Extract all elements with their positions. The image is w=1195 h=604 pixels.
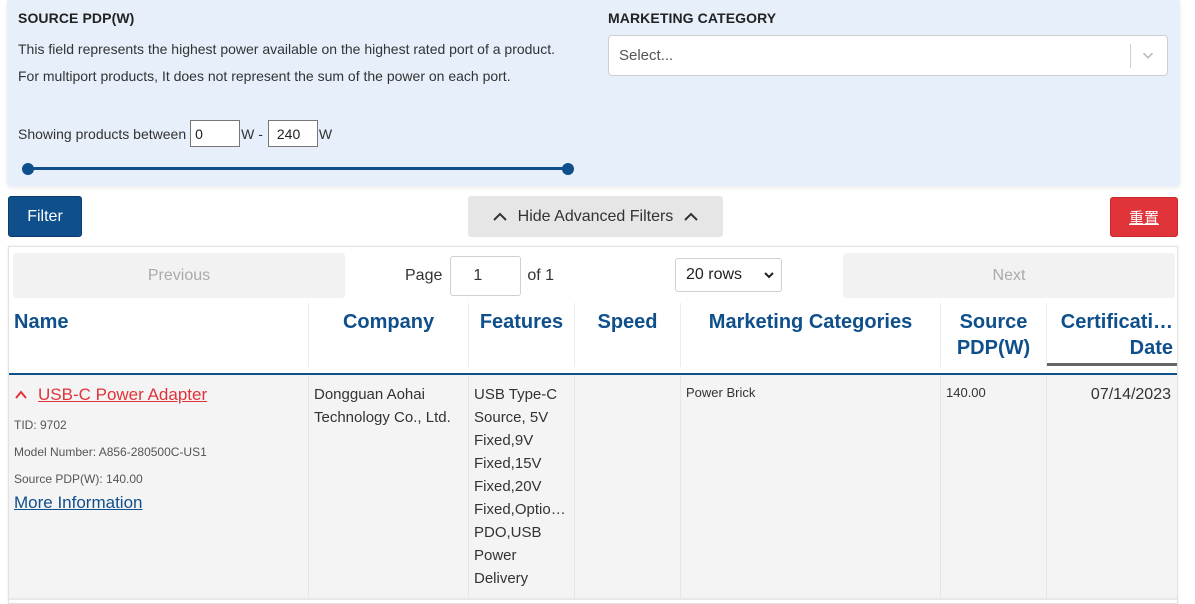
range-line: Showing products between W - W	[18, 120, 333, 147]
page-info: Page of 1	[405, 256, 554, 296]
cell-name: USB-C Power Adapter TID: 9702 Model Numb…	[9, 375, 309, 598]
chevron-down-icon[interactable]	[1139, 46, 1157, 64]
pdp-range-slider[interactable]	[22, 163, 574, 175]
source-pdp-description: This field represents the highest power …	[18, 41, 555, 84]
column-header-source-pdp[interactable]: Source PDP(W)	[941, 303, 1047, 367]
chevron-up-icon	[492, 212, 507, 221]
page-number-input[interactable]	[450, 256, 522, 296]
table-header: Name Company Features Speed Marketing Ca…	[9, 303, 1177, 367]
max-pdp-input[interactable]	[267, 120, 318, 147]
marketing-category-select[interactable]: Select...	[608, 35, 1168, 76]
showing-label: Showing products between	[18, 125, 187, 142]
cell-speed	[575, 375, 681, 598]
product-tid: TID: 9702	[14, 418, 67, 432]
column-header-features[interactable]: Features	[469, 303, 575, 367]
chevron-up-icon	[684, 212, 699, 221]
hide-advanced-filters-button[interactable]: Hide Advanced Filters	[468, 196, 723, 237]
slider-max-handle[interactable]	[562, 163, 574, 175]
next-button[interactable]: Next	[843, 253, 1175, 298]
cell-certification-date: 07/14/2023	[1047, 375, 1177, 598]
cell-marketing-categories: Power Brick	[681, 375, 941, 598]
select-separator	[1130, 44, 1131, 68]
pagination-bar: Previous Page of 1 20 rows Next	[9, 247, 1177, 303]
previous-button[interactable]: Previous	[13, 253, 345, 298]
source-pdp-title: SOURCE PDP(W)	[18, 10, 135, 26]
company-value: Dongguan Aohai Technology Co., Ltd.	[314, 386, 451, 426]
filter-button[interactable]: Filter	[8, 196, 82, 237]
features-value: USB Type-C Source, 5V Fixed,9V Fixed,15V…	[474, 386, 566, 587]
cell-features: USB Type-C Source, 5V Fixed,9V Fixed,15V…	[469, 375, 575, 598]
more-information-link[interactable]: More Information	[14, 493, 143, 513]
reset-button[interactable]: 重置	[1110, 197, 1178, 237]
slider-track	[28, 167, 568, 170]
advanced-filter-panel: SOURCE PDP(W) This field represents the …	[7, 0, 1180, 186]
min-pdp-input[interactable]	[190, 120, 241, 147]
max-unit-label: W	[318, 125, 333, 142]
row-divider	[9, 598, 1177, 600]
chevron-up-icon[interactable]	[14, 388, 28, 402]
product-name-wrap[interactable]: USB-C Power Adapter	[14, 385, 207, 405]
slider-min-handle[interactable]	[22, 163, 34, 175]
source-pdp-value: 140.00	[946, 385, 986, 400]
advanced-filters-label: Hide Advanced Filters	[517, 207, 674, 225]
min-unit-label: W -	[241, 125, 263, 142]
product-name-link[interactable]: USB-C Power Adapter	[38, 385, 207, 405]
column-header-certification-date[interactable]: Certificati… Date	[1047, 303, 1177, 367]
source-pdp-filter: SOURCE PDP(W) This field represents the …	[18, 10, 578, 175]
cell-company: Dongguan Aohai Technology Co., Ltd.	[309, 375, 469, 598]
page-label: Page	[405, 267, 443, 284]
cell-source-pdp: 140.00	[941, 375, 1047, 598]
product-model-number: Model Number: A856-280500C-US1	[14, 445, 207, 459]
page-count: of 1	[527, 267, 555, 284]
marketing-category-title: MARKETING CATEGORY	[608, 10, 777, 26]
column-header-marketing-categories[interactable]: Marketing Categories	[681, 303, 941, 367]
column-header-name[interactable]: Name	[9, 303, 309, 367]
rows-per-page-value: 20 rows	[686, 266, 743, 283]
rows-per-page-select[interactable]: 20 rows	[675, 258, 782, 292]
column-header-company[interactable]: Company	[309, 303, 469, 367]
marketing-category-value: Power Brick	[686, 385, 756, 400]
table-row: USB-C Power Adapter TID: 9702 Model Numb…	[9, 373, 1177, 598]
select-placeholder: Select...	[619, 47, 674, 64]
product-source-pdp: Source PDP(W): 140.00	[14, 472, 143, 486]
sort-indicator	[1047, 363, 1177, 366]
certification-date-value: 07/14/2023	[1090, 386, 1171, 403]
chevron-down-icon	[764, 272, 774, 279]
column-header-speed[interactable]: Speed	[575, 303, 681, 367]
results-table: Previous Page of 1 20 rows Next Name Com…	[8, 246, 1178, 604]
marketing-category-filter: MARKETING CATEGORY Select...	[608, 10, 1168, 76]
